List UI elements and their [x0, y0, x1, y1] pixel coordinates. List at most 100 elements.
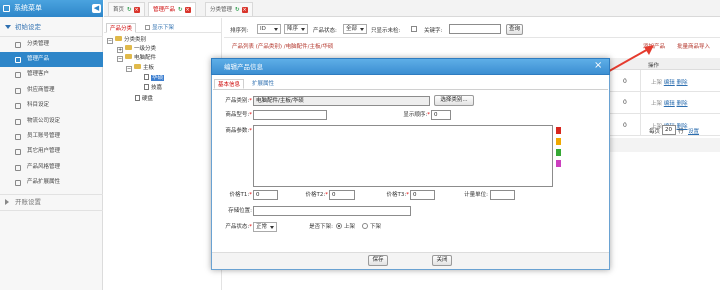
- tab-basic-info[interactable]: 基本信息: [214, 79, 245, 89]
- category-field: 电脑配件/主板/华硕: [253, 96, 430, 106]
- tab-label: 首页: [113, 7, 125, 13]
- row-count: 0: [623, 122, 627, 129]
- collapse-sidebar-button[interactable]: ◀: [92, 4, 101, 13]
- price3-label: 价格T3:*: [386, 192, 409, 198]
- model-input[interactable]: [253, 110, 327, 120]
- grid-breadcrumb: 产品列表 (产品类别) /电脑配件/主板/华硕: [232, 44, 334, 50]
- sidebar-item-label: 其它用户管理: [27, 148, 61, 154]
- close-button[interactable]: 关闭: [432, 255, 452, 266]
- divider: [213, 89, 608, 90]
- refresh-icon[interactable]: ↻: [235, 7, 240, 13]
- sidebar-item-staff[interactable]: 员工账号管理: [0, 129, 103, 144]
- sidebar-item-category[interactable]: 分类管理: [0, 37, 103, 52]
- document-icon: [144, 84, 149, 90]
- tree-node[interactable]: 硬盘: [135, 95, 153, 104]
- radio-off-shelf[interactable]: 下架: [362, 222, 381, 232]
- bulk-import-link[interactable]: 批量商品导入: [677, 42, 710, 50]
- tab-category[interactable]: 分类管理 ↻ ×: [205, 2, 253, 16]
- tree-node[interactable]: + 一级分类: [117, 45, 156, 54]
- expand-icon[interactable]: +: [117, 47, 123, 53]
- checkbox-icon[interactable]: [145, 25, 150, 30]
- collapse-icon[interactable]: −: [107, 38, 113, 44]
- row-count: 0: [623, 99, 627, 106]
- tree-node[interactable]: 技嘉: [144, 84, 162, 93]
- menu-icon: [3, 5, 10, 12]
- sidebar-item-logistics[interactable]: 物流公司设定: [0, 114, 103, 129]
- sidebar-item-customers[interactable]: 管理客户: [0, 67, 103, 82]
- delete-link[interactable]: 删除: [677, 80, 688, 86]
- tree-node-selected[interactable]: 华硕: [144, 74, 165, 83]
- keyword-input[interactable]: [449, 24, 501, 34]
- storage-label: 存储位置:: [228, 208, 252, 214]
- shelf-status-label: 是否下架:: [309, 224, 333, 230]
- page-size-input[interactable]: 20: [662, 125, 676, 135]
- shelve-link[interactable]: 上架: [651, 101, 662, 107]
- tab-home[interactable]: 首页 ↻ ×: [108, 2, 145, 16]
- delete-link[interactable]: 删除: [677, 101, 688, 107]
- refresh-icon[interactable]: ↻: [178, 7, 183, 13]
- edit-link[interactable]: 编辑: [664, 80, 675, 86]
- close-icon[interactable]: ×: [133, 7, 140, 13]
- sidebar-item-label: 分类管理: [27, 41, 50, 47]
- tree-node[interactable]: − 电脑配件: [117, 54, 156, 63]
- radio-unselected-icon[interactable]: [362, 223, 368, 229]
- shelve-link[interactable]: 上架: [651, 80, 662, 86]
- collapse-icon[interactable]: −: [117, 56, 123, 62]
- radio-on-shelf[interactable]: 上架: [336, 222, 355, 232]
- save-button[interactable]: 保存: [368, 255, 388, 266]
- radio-label: 上架: [344, 224, 356, 230]
- collapse-icon[interactable]: −: [126, 66, 132, 72]
- folder-icon: [134, 64, 141, 69]
- sidebar-item-other-users[interactable]: 其它用户管理: [0, 144, 103, 159]
- edit-link[interactable]: 编辑: [664, 101, 675, 107]
- tree-tab-label: 显示下架: [152, 25, 175, 31]
- page-icon: [15, 180, 21, 186]
- tree-tab-category[interactable]: 产品分类: [106, 23, 137, 33]
- sidebar-group-opening[interactable]: 开账设置: [0, 195, 103, 210]
- price1-input[interactable]: 0: [253, 190, 278, 200]
- unchecked-only-checkbox[interactable]: [411, 26, 417, 32]
- storage-input[interactable]: [253, 206, 411, 216]
- color-swatch-orange-icon[interactable]: [556, 138, 561, 145]
- tree-tab-show-offshelf[interactable]: 显示下架: [142, 23, 177, 33]
- price1-label: 价格T1:*: [229, 192, 252, 198]
- color-swatch-green-icon[interactable]: [556, 149, 561, 156]
- refresh-icon[interactable]: ↻: [127, 7, 132, 13]
- sidebar-group-label: 开账设置: [15, 198, 41, 206]
- params-textarea[interactable]: [253, 125, 553, 187]
- sidebar-item-products[interactable]: 管理产品: [0, 52, 103, 68]
- price3-input[interactable]: 0: [410, 190, 435, 200]
- page-icon: [15, 149, 21, 155]
- page-icon: [15, 42, 21, 48]
- product-status-select[interactable]: 正常: [253, 222, 277, 232]
- sidebar-item-ext-attrs[interactable]: 产品扩展属性: [0, 175, 103, 190]
- caret-down-icon: [5, 25, 11, 29]
- sidebar-item-styles[interactable]: 产品风格管理: [0, 160, 103, 175]
- color-swatch-magenta-icon[interactable]: [556, 160, 561, 167]
- sidebar-item-subjects[interactable]: 科目设定: [0, 98, 103, 113]
- sidebar-item-suppliers[interactable]: 供应商管理: [0, 83, 103, 98]
- tree-node[interactable]: − 主板: [126, 64, 154, 73]
- tab-products[interactable]: 管理产品 ↻ ×: [148, 2, 196, 16]
- close-icon[interactable]: ×: [594, 60, 602, 72]
- close-icon[interactable]: ×: [241, 7, 248, 13]
- status-filter-select[interactable]: 全部: [343, 24, 367, 34]
- query-button[interactable]: 查询: [506, 24, 523, 35]
- tab-extended-attrs[interactable]: 扩展属性: [249, 79, 277, 89]
- price2-label: 价格T2:*: [305, 192, 328, 198]
- choose-category-button[interactable]: 选择类别...: [434, 95, 474, 106]
- pager-settings-link[interactable]: 设置: [688, 127, 699, 135]
- tree-root[interactable]: − 分类类别: [107, 36, 146, 45]
- radio-selected-icon[interactable]: [336, 223, 342, 229]
- price2-input[interactable]: 0: [329, 190, 355, 200]
- sidebar-group-initial[interactable]: 初始设定: [0, 20, 103, 35]
- sort-column-select[interactable]: ID: [257, 24, 281, 34]
- unit-input[interactable]: [490, 190, 515, 200]
- pager-suffix-label: 行: [678, 129, 684, 135]
- unit-label: 计量单位:: [464, 192, 488, 198]
- display-order-input[interactable]: 0: [431, 110, 451, 120]
- sort-order-select[interactable]: 降序: [284, 24, 308, 34]
- color-swatch-red-icon[interactable]: [556, 127, 561, 134]
- close-icon[interactable]: ×: [184, 7, 191, 13]
- display-order-label: 显示顺序:*: [403, 112, 430, 118]
